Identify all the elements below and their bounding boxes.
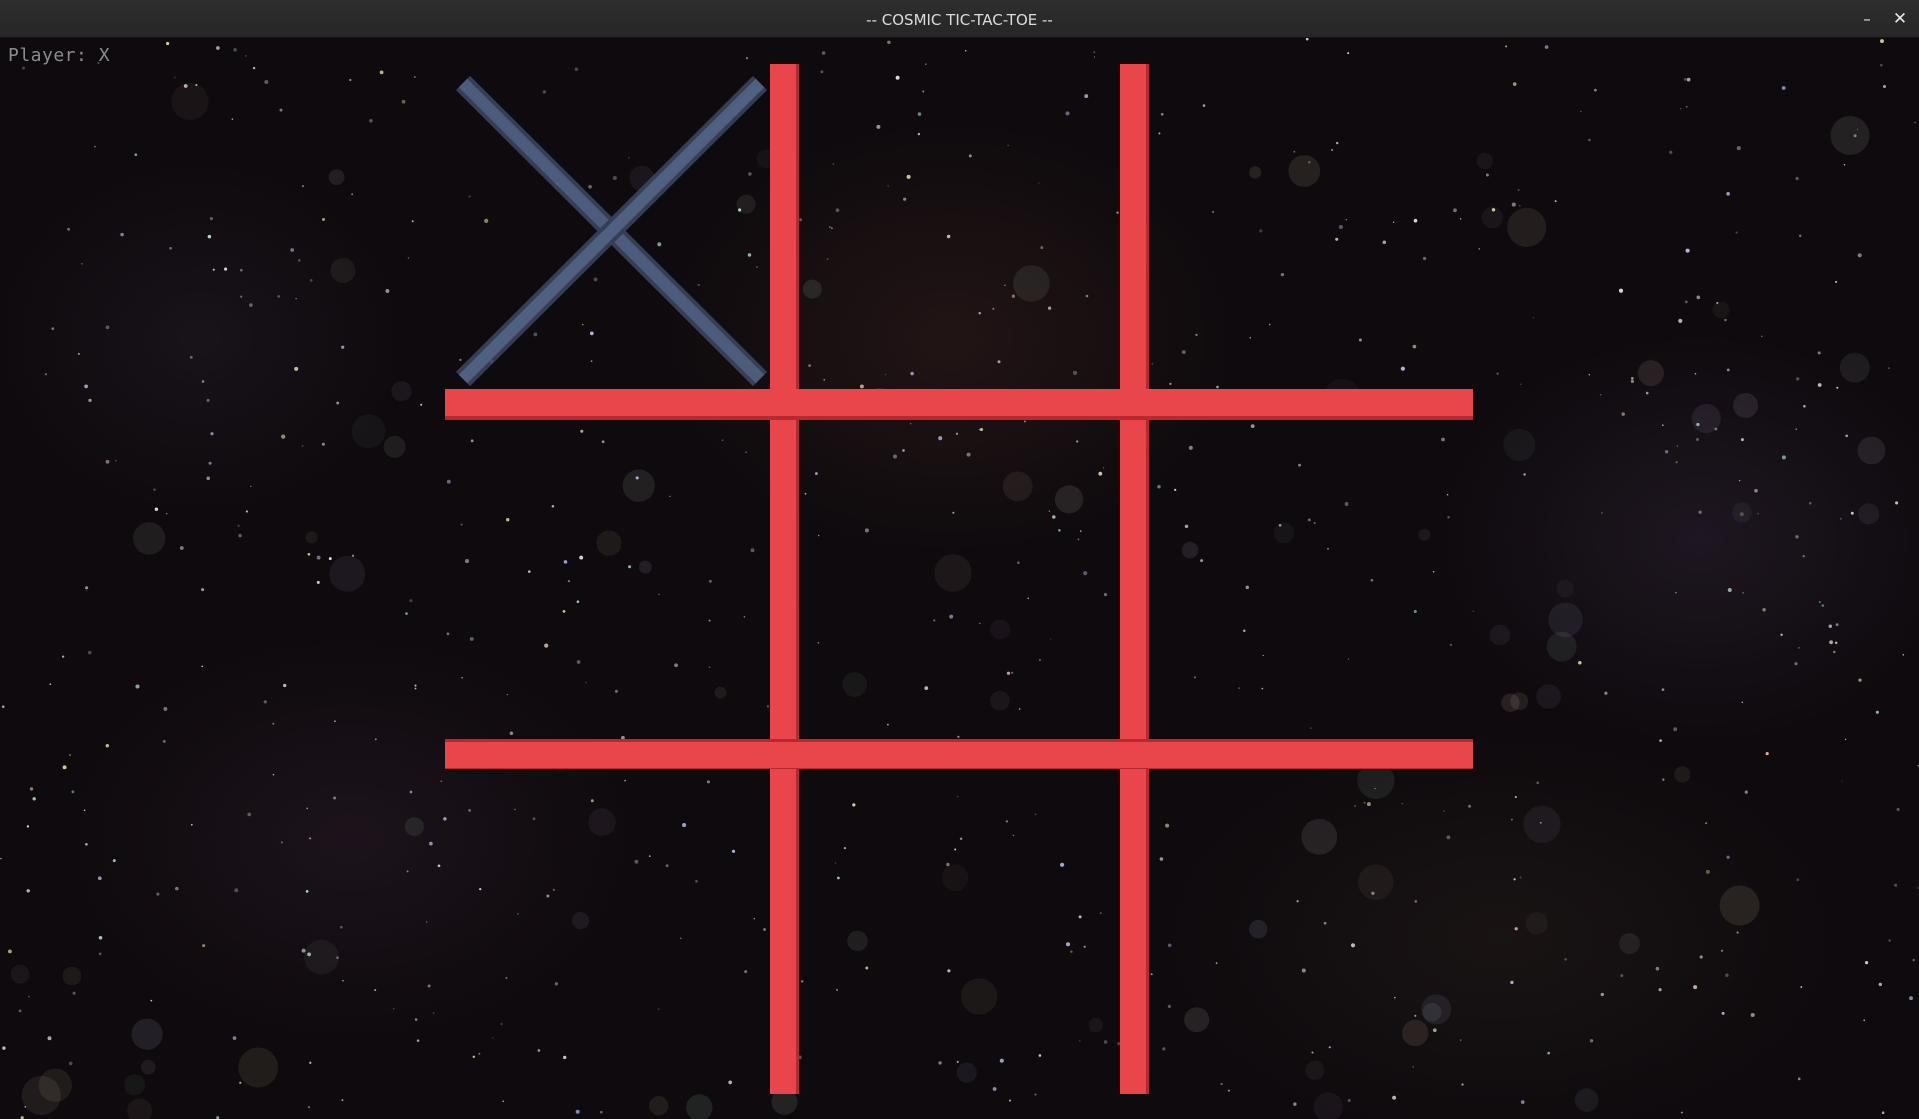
current-player-label: Player: X [8, 45, 111, 66]
minimize-button[interactable]: – [1854, 6, 1880, 32]
grid-horizontal-line-bottom [445, 739, 1473, 769]
grid-vertical-line-left [770, 64, 799, 1094]
title-bar: -- COSMIC TIC-TAC-TOE -- – ✕ [0, 0, 1919, 38]
board-cells[interactable] [445, 64, 1473, 1094]
window-title: -- COSMIC TIC-TAC-TOE -- [866, 11, 1053, 29]
close-button[interactable]: ✕ [1887, 6, 1913, 32]
grid-vertical-line-right [1120, 64, 1149, 1094]
cell-6[interactable] [445, 769, 770, 1094]
grid-horizontal-line-top [445, 389, 1473, 420]
game-canvas[interactable]: Player: X [0, 38, 1919, 1119]
cell-1[interactable] [799, 64, 1120, 389]
cell-4[interactable] [799, 420, 1120, 739]
game-window: -- COSMIC TIC-TAC-TOE -- – ✕ Player: X [0, 0, 1919, 1119]
cell-8[interactable] [1149, 769, 1473, 1094]
cell-3[interactable] [445, 420, 770, 739]
cell-0[interactable] [445, 64, 770, 389]
cell-7[interactable] [799, 769, 1120, 1094]
cell-5[interactable] [1149, 420, 1473, 739]
tic-tac-toe-board [445, 64, 1473, 1094]
cell-2[interactable] [1149, 64, 1473, 389]
